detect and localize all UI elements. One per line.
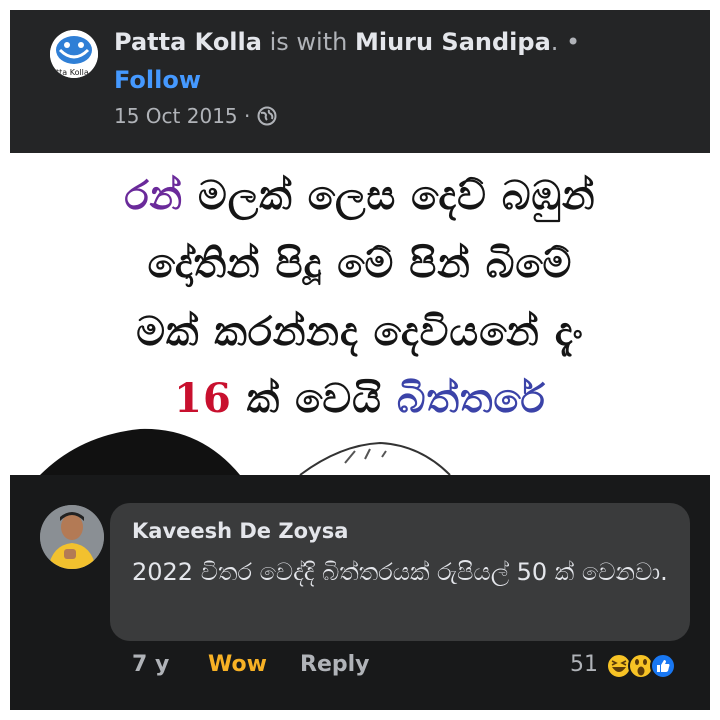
image-line-1-text: මලක් ලෙස දෙව් බඹුන් — [198, 173, 596, 219]
like-icon — [650, 653, 676, 679]
haha-icon — [606, 653, 632, 679]
comment-time[interactable]: 7 y — [132, 652, 169, 677]
with-text: is with — [269, 28, 348, 56]
comment-bubble: Kaveesh De Zoysa 2022 විතර වෙද්දි බිත්තර… — [110, 503, 690, 641]
user-photo — [40, 505, 104, 569]
image-line-4-text: ක් වෙයි — [246, 376, 382, 422]
image-line-4-colored: බිත්තරේ — [396, 376, 546, 422]
commenter-avatar[interactable] — [40, 505, 104, 569]
reply-button[interactable]: Reply — [300, 652, 370, 677]
follow-button[interactable]: Follow — [114, 66, 201, 94]
page-avatar[interactable]: tta Kolla — [50, 30, 98, 78]
image-number: 16 — [174, 375, 232, 422]
image-line-1-colored: රන් — [124, 173, 184, 219]
wow-reaction-button[interactable]: Wow — [208, 652, 267, 677]
tagged-user-link[interactable]: Miuru Sandipa — [355, 28, 551, 56]
svg-text:tta Kolla: tta Kolla — [56, 68, 89, 77]
comment-text: 2022 විතර වෙද්දි බිත්තරයක් රුපියල් 50 ක්… — [132, 558, 668, 586]
post-title-line: Patta Kolla is with Miuru Sandipa. • — [114, 28, 580, 56]
image-line-3: මක් කරන්නද දෙවියනේ දැං — [136, 309, 584, 355]
reaction-count[interactable]: 51 — [570, 652, 598, 677]
wow-icon — [628, 653, 654, 679]
image-line-1: රන් මලක් ලෙස දෙව් බඹුන් — [10, 173, 710, 219]
troll-face-logo: tta Kolla — [50, 30, 98, 78]
comment-section: Kaveesh De Zoysa 2022 විතර වෙද්දි බිත්තර… — [10, 475, 710, 710]
image-line-4: 16 ක් වෙයි බිත්තරේ — [10, 375, 710, 422]
globe-icon — [257, 106, 277, 131]
cartoon-figures-graphic — [40, 428, 451, 475]
page-name-link[interactable]: Patta Kolla — [114, 28, 262, 56]
commenter-name[interactable]: Kaveesh De Zoysa — [132, 519, 348, 543]
image-line-2: දෝතින් පිදූ මේ පින් බිමේ — [147, 241, 573, 287]
post-image[interactable]: රන් මලක් ලෙස දෙව් බඹුන් දෝතින් පිදූ මේ ප… — [10, 153, 710, 475]
separator-dot: . • — [550, 28, 581, 56]
post-meta: 15 Oct 2015 · — [114, 104, 277, 131]
post-date[interactable]: 15 Oct 2015 · — [114, 104, 250, 128]
post-header: tta Kolla Patta Kolla is with Miuru Sand… — [10, 10, 710, 153]
reaction-icons[interactable] — [606, 651, 696, 681]
